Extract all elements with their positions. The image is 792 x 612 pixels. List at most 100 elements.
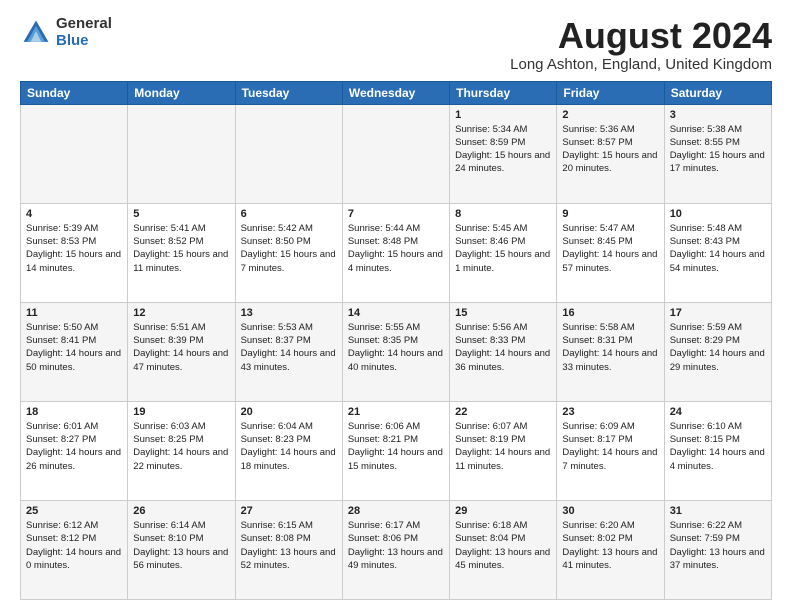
day-cell: 15 Sunrise: 5:56 AM Sunset: 8:33 PM Dayli…	[450, 302, 557, 401]
logo-icon	[20, 17, 52, 49]
day-number: 5	[133, 208, 229, 220]
day-info: Sunrise: 5:50 AM Sunset: 8:41 PM Dayligh…	[26, 321, 122, 374]
col-thursday: Thursday	[450, 81, 557, 104]
day-number: 23	[562, 406, 658, 418]
day-number: 19	[133, 406, 229, 418]
day-cell: 22 Sunrise: 6:07 AM Sunset: 8:19 PM Dayli…	[450, 401, 557, 500]
day-info: Sunrise: 6:06 AM Sunset: 8:21 PM Dayligh…	[348, 420, 444, 473]
day-cell: 7 Sunrise: 5:44 AM Sunset: 8:48 PM Daylig…	[342, 203, 449, 302]
day-number: 24	[670, 406, 766, 418]
day-cell	[128, 104, 235, 203]
day-info: Sunrise: 5:42 AM Sunset: 8:50 PM Dayligh…	[241, 222, 337, 275]
week-row-1: 1Sunrise: 5:34 AM Sunset: 8:59 PM Daylig…	[21, 104, 772, 203]
logo-blue-text: Blue	[56, 33, 112, 50]
day-cell: 27Sunrise: 6:15 AM Sunset: 8:08 PM Dayli…	[235, 500, 342, 599]
day-number: 27	[241, 505, 337, 517]
day-number: 29	[455, 505, 551, 517]
day-number: 9	[562, 208, 658, 220]
calendar-table: Sunday Monday Tuesday Wednesday Thursday…	[20, 81, 772, 600]
day-info: Sunrise: 5:48 AM Sunset: 8:43 PM Dayligh…	[670, 222, 766, 275]
day-number: 12	[133, 307, 229, 319]
day-info: Sunrise: 5:38 AM Sunset: 8:55 PM Dayligh…	[670, 123, 766, 176]
day-cell: 10 Sunrise: 5:48 AM Sunset: 8:43 PM Dayli…	[664, 203, 771, 302]
day-number: 2	[562, 109, 658, 121]
day-cell: 25 Sunrise: 6:12 AM Sunset: 8:12 PM Dayli…	[21, 500, 128, 599]
day-info: Sunrise: 5:45 AM Sunset: 8:46 PM Dayligh…	[455, 222, 551, 275]
day-number: 28	[348, 505, 444, 517]
day-info: Sunrise: 6:09 AM Sunset: 8:17 PM Dayligh…	[562, 420, 658, 473]
col-saturday: Saturday	[664, 81, 771, 104]
day-cell	[235, 104, 342, 203]
day-cell: 20Sunrise: 6:04 AM Sunset: 8:23 PM Dayli…	[235, 401, 342, 500]
day-cell: 3 Sunrise: 5:38 AM Sunset: 8:55 PM Daylig…	[664, 104, 771, 203]
calendar: Sunday Monday Tuesday Wednesday Thursday…	[20, 81, 772, 600]
day-cell: 23 Sunrise: 6:09 AM Sunset: 8:17 PM Dayli…	[557, 401, 664, 500]
day-number: 22	[455, 406, 551, 418]
day-info: Sunrise: 5:53 AM Sunset: 8:37 PM Dayligh…	[241, 321, 337, 374]
day-cell	[342, 104, 449, 203]
day-number: 10	[670, 208, 766, 220]
day-cell: 31Sunrise: 6:22 AM Sunset: 7:59 PM Dayli…	[664, 500, 771, 599]
day-number: 6	[241, 208, 337, 220]
day-info: Sunrise: 6:01 AM Sunset: 8:27 PM Dayligh…	[26, 420, 122, 473]
logo-general: General	[56, 16, 112, 33]
day-cell: 26 Sunrise: 6:14 AM Sunset: 8:10 PM Dayli…	[128, 500, 235, 599]
day-cell: 14Sunrise: 5:55 AM Sunset: 8:35 PM Dayli…	[342, 302, 449, 401]
day-info: Sunrise: 5:47 AM Sunset: 8:45 PM Dayligh…	[562, 222, 658, 275]
day-info: Sunrise: 5:39 AM Sunset: 8:53 PM Dayligh…	[26, 222, 122, 275]
day-cell: 12 Sunrise: 5:51 AM Sunset: 8:39 PM Dayli…	[128, 302, 235, 401]
day-cell: 5 Sunrise: 5:41 AM Sunset: 8:52 PM Daylig…	[128, 203, 235, 302]
day-cell: 1Sunrise: 5:34 AM Sunset: 8:59 PM Daylig…	[450, 104, 557, 203]
day-number: 7	[348, 208, 444, 220]
day-number: 3	[670, 109, 766, 121]
day-number: 4	[26, 208, 122, 220]
title-block: August 2024 Long Ashton, England, United…	[510, 16, 772, 73]
day-cell: 24Sunrise: 6:10 AM Sunset: 8:15 PM Dayli…	[664, 401, 771, 500]
day-number: 8	[455, 208, 551, 220]
day-number: 14	[348, 307, 444, 319]
col-tuesday: Tuesday	[235, 81, 342, 104]
day-number: 20	[241, 406, 337, 418]
day-cell: 18 Sunrise: 6:01 AM Sunset: 8:27 PM Dayli…	[21, 401, 128, 500]
day-cell: 9 Sunrise: 5:47 AM Sunset: 8:45 PM Daylig…	[557, 203, 664, 302]
day-cell: 2 Sunrise: 5:36 AM Sunset: 8:57 PM Daylig…	[557, 104, 664, 203]
col-monday: Monday	[128, 81, 235, 104]
day-info: Sunrise: 6:14 AM Sunset: 8:10 PM Dayligh…	[133, 519, 229, 572]
day-number: 16	[562, 307, 658, 319]
day-number: 11	[26, 307, 122, 319]
day-number: 13	[241, 307, 337, 319]
calendar-header: Sunday Monday Tuesday Wednesday Thursday…	[21, 81, 772, 104]
day-info: Sunrise: 5:51 AM Sunset: 8:39 PM Dayligh…	[133, 321, 229, 374]
day-cell: 17Sunrise: 5:59 AM Sunset: 8:29 PM Dayli…	[664, 302, 771, 401]
day-cell: 29 Sunrise: 6:18 AM Sunset: 8:04 PM Dayli…	[450, 500, 557, 599]
day-number: 15	[455, 307, 551, 319]
day-number: 17	[670, 307, 766, 319]
day-cell: 13 Sunrise: 5:53 AM Sunset: 8:37 PM Dayli…	[235, 302, 342, 401]
day-info: Sunrise: 5:44 AM Sunset: 8:48 PM Dayligh…	[348, 222, 444, 275]
day-cell: 30Sunrise: 6:20 AM Sunset: 8:02 PM Dayli…	[557, 500, 664, 599]
header: General Blue August 2024 Long Ashton, En…	[20, 16, 772, 73]
day-info: Sunrise: 6:07 AM Sunset: 8:19 PM Dayligh…	[455, 420, 551, 473]
day-cell: 19Sunrise: 6:03 AM Sunset: 8:25 PM Dayli…	[128, 401, 235, 500]
day-number: 1	[455, 109, 551, 121]
logo: General Blue	[20, 16, 112, 49]
day-number: 26	[133, 505, 229, 517]
day-info: Sunrise: 5:56 AM Sunset: 8:33 PM Dayligh…	[455, 321, 551, 374]
day-number: 30	[562, 505, 658, 517]
day-cell: 4 Sunrise: 5:39 AM Sunset: 8:53 PM Daylig…	[21, 203, 128, 302]
week-row-5: 25 Sunrise: 6:12 AM Sunset: 8:12 PM Dayli…	[21, 500, 772, 599]
day-info: Sunrise: 5:41 AM Sunset: 8:52 PM Dayligh…	[133, 222, 229, 275]
day-info: Sunrise: 5:36 AM Sunset: 8:57 PM Dayligh…	[562, 123, 658, 176]
day-number: 18	[26, 406, 122, 418]
day-number: 25	[26, 505, 122, 517]
col-friday: Friday	[557, 81, 664, 104]
day-number: 21	[348, 406, 444, 418]
day-info: Sunrise: 6:17 AM Sunset: 8:06 PM Dayligh…	[348, 519, 444, 572]
day-info: Sunrise: 6:18 AM Sunset: 8:04 PM Dayligh…	[455, 519, 551, 572]
day-cell	[21, 104, 128, 203]
day-info: Sunrise: 6:12 AM Sunset: 8:12 PM Dayligh…	[26, 519, 122, 572]
day-info: Sunrise: 6:22 AM Sunset: 7:59 PM Dayligh…	[670, 519, 766, 572]
month-year: August 2024	[510, 16, 772, 56]
week-row-3: 11 Sunrise: 5:50 AM Sunset: 8:41 PM Dayli…	[21, 302, 772, 401]
day-cell: 21 Sunrise: 6:06 AM Sunset: 8:21 PM Dayli…	[342, 401, 449, 500]
